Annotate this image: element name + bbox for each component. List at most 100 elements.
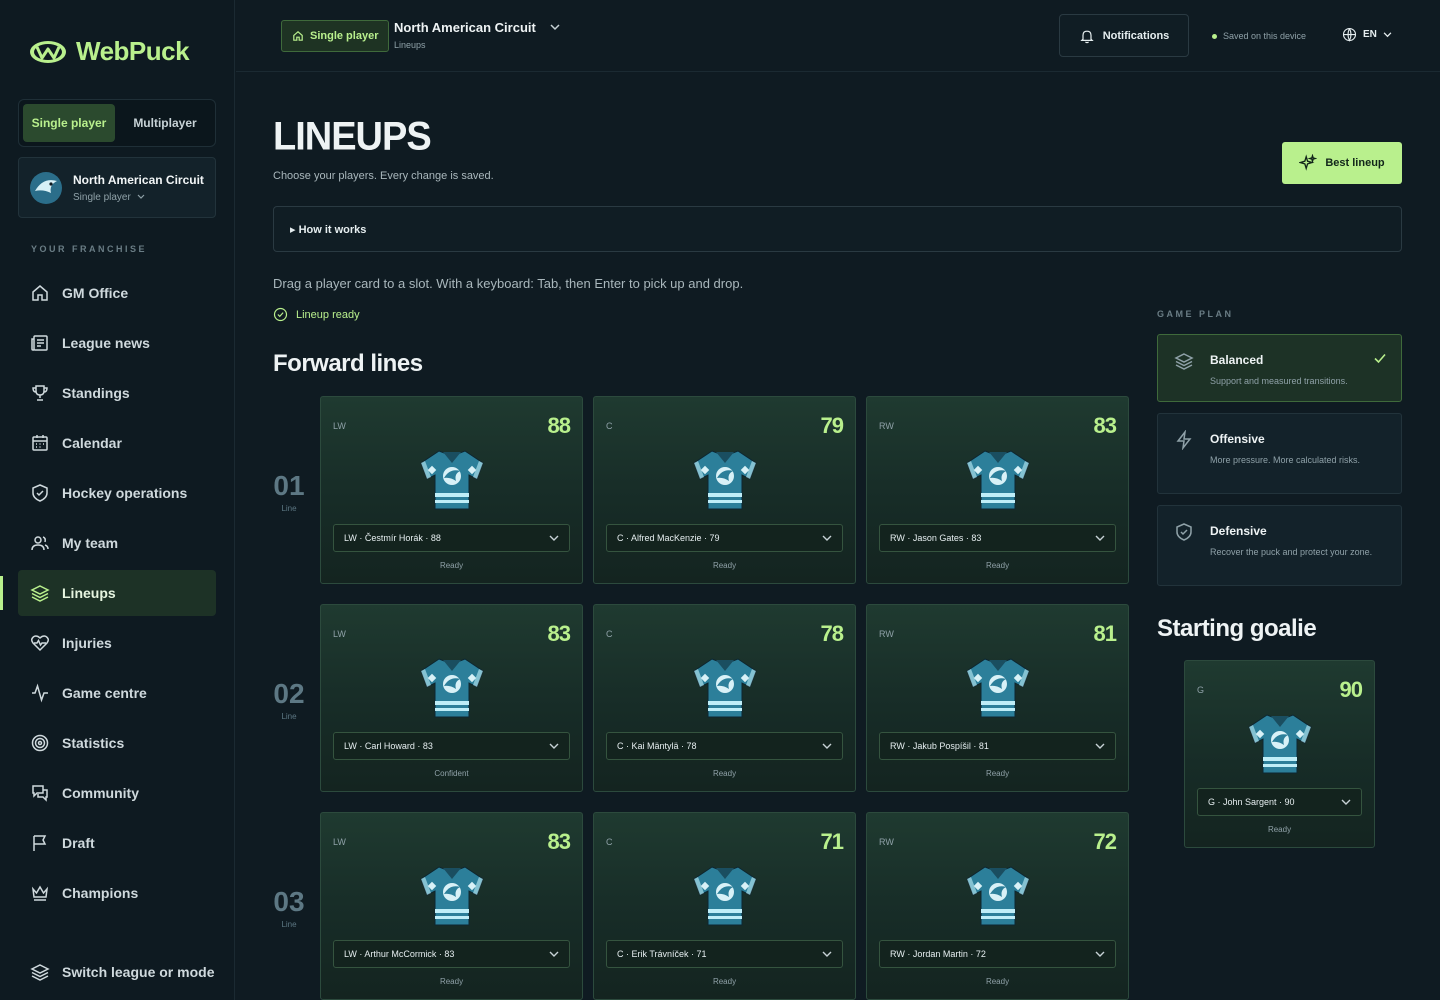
news-icon xyxy=(31,335,48,351)
league-breadcrumb[interactable]: North American Circuit Lineups xyxy=(394,20,560,50)
sidebar-item-game-centre[interactable]: Game centre xyxy=(18,670,216,716)
position-label: RW xyxy=(879,421,894,431)
league-selector[interactable]: North American Circuit Single player xyxy=(18,157,216,218)
globe-icon xyxy=(1342,27,1357,42)
notifications-label: Notifications xyxy=(1102,29,1170,42)
line-number: 02 xyxy=(273,678,305,709)
sidebar-item-lineups[interactable]: Lineups xyxy=(18,570,216,616)
lightning-icon xyxy=(1176,430,1192,450)
player-card-line3-c[interactable]: C 71 C · Erik Trávníček · 71 Ready xyxy=(593,812,856,1000)
sidebar-item-statistics[interactable]: Statistics xyxy=(18,720,216,766)
sidebar-item-community[interactable]: Community xyxy=(18,770,216,816)
mode-multiplayer[interactable]: Multiplayer xyxy=(119,104,211,142)
sidebar-item-label: Lineups xyxy=(62,585,116,601)
game-plan-title: Balanced xyxy=(1210,353,1264,367)
player-select[interactable]: LW · Čestmír Horák · 88 xyxy=(333,524,570,552)
position-label: C xyxy=(606,421,613,431)
player-card-line1-rw[interactable]: RW 83 RW · Jason Gates · 83 Ready xyxy=(866,396,1129,584)
player-select[interactable]: LW · Arthur McCormick · 83 xyxy=(333,940,570,968)
chevron-down-icon xyxy=(1095,951,1105,957)
page-title: LINEUPS xyxy=(273,114,432,160)
position-label: C xyxy=(606,837,613,847)
game-plan-balanced[interactable]: Balanced Support and measured transition… xyxy=(1157,334,1402,402)
line-label: Line xyxy=(281,504,297,513)
chevron-down-icon xyxy=(549,951,559,957)
sidebar-item-my-team[interactable]: My team xyxy=(18,520,216,566)
chevron-down-icon xyxy=(137,194,145,199)
language-selector[interactable]: EN xyxy=(1342,27,1392,42)
player-rating: 88 xyxy=(547,413,572,438)
player-card-line3-rw[interactable]: RW 72 RW · Jordan Martin · 72 Ready xyxy=(866,812,1129,1000)
sidebar: WebPuck Single player Multiplayer North … xyxy=(0,0,235,1000)
section-label-franchise: YOUR FRANCHISE xyxy=(31,244,148,254)
sidebar-item-label: Game centre xyxy=(62,685,147,701)
save-status: Saved on this device xyxy=(1212,31,1306,41)
player-rating: 83 xyxy=(547,829,572,854)
single-player-chip[interactable]: Single player xyxy=(281,20,390,52)
game-plan-defensive[interactable]: Defensive Recover the puck and protect y… xyxy=(1157,505,1402,586)
sidebar-item-draft[interactable]: Draft xyxy=(18,820,216,866)
forward-lines-title: Forward lines xyxy=(273,350,423,377)
player-select[interactable]: C · Kai Mäntylä · 78 xyxy=(606,732,843,760)
game-plan-label: GAME PLAN xyxy=(1157,309,1234,319)
best-lineup-button[interactable]: Best lineup xyxy=(1282,142,1402,184)
sidebar-item-gm-office[interactable]: GM Office xyxy=(18,270,216,316)
sidebar-item-calendar[interactable]: Calendar xyxy=(18,420,216,466)
goalie-select[interactable]: G · John Sargent · 90 xyxy=(1197,788,1362,816)
chevron-down-icon xyxy=(1383,31,1392,37)
player-select[interactable]: RW · Jason Gates · 83 xyxy=(879,524,1116,552)
player-select[interactable]: LW · Carl Howard · 83 xyxy=(333,732,570,760)
player-card-line2-lw[interactable]: LW 83 LW · Carl Howard · 83 Confident xyxy=(320,604,583,792)
calendar-icon xyxy=(32,435,48,451)
player-card-line1-lw[interactable]: LW 88 LW · Čestmír Horák · 88 Ready xyxy=(320,396,583,584)
sidebar-item-label: Hockey operations xyxy=(62,485,188,501)
sidebar-item-champions[interactable]: Champions xyxy=(18,870,216,916)
player-select[interactable]: RW · Jordan Martin · 72 xyxy=(879,940,1116,968)
league-mode-label: Single player xyxy=(73,191,131,203)
brand-logo[interactable]: WebPuck xyxy=(28,36,190,67)
mode-single-player[interactable]: Single player xyxy=(23,104,115,142)
jersey-icon xyxy=(1247,713,1313,775)
how-it-works-label: ▸ How it works xyxy=(290,223,367,236)
position-label: LW xyxy=(333,837,346,847)
best-lineup-label: Best lineup xyxy=(1325,157,1385,169)
sidebar-item-standings[interactable]: Standings xyxy=(18,370,216,416)
switch-league-button[interactable]: Switch league or mode xyxy=(30,962,214,982)
player-select-value: LW · Carl Howard · 83 xyxy=(344,741,433,751)
sidebar-item-label: Standings xyxy=(62,385,130,401)
player-select-value: C · Kai Mäntylä · 78 xyxy=(617,741,697,751)
status-dot-icon xyxy=(1212,33,1217,39)
how-it-works-toggle[interactable]: ▸ How it works xyxy=(273,206,1402,252)
player-rating: 79 xyxy=(820,413,845,438)
game-plan-offensive[interactable]: Offensive More pressure. More calculated… xyxy=(1157,413,1402,494)
layers-icon xyxy=(30,964,50,981)
home-icon xyxy=(32,285,48,301)
chevron-down-icon xyxy=(1095,743,1105,749)
notifications-button[interactable]: Notifications xyxy=(1059,14,1189,57)
drag-hint: Drag a player card to a slot. With a key… xyxy=(273,276,744,291)
layers-icon xyxy=(30,585,50,602)
player-select[interactable]: C · Alfred MacKenzie · 79 xyxy=(606,524,843,552)
goalie-card[interactable]: G 90 G · John Sargent · 90 Ready xyxy=(1184,660,1375,848)
player-card-line3-lw[interactable]: LW 83 LW · Arthur McCormick · 83 Ready xyxy=(320,812,583,1000)
player-rating: 90 xyxy=(1339,677,1364,702)
crumb-title: North American Circuit xyxy=(394,20,536,35)
player-select[interactable]: RW · Jakub Pospíšil · 81 xyxy=(879,732,1116,760)
sidebar-item-label: Injuries xyxy=(62,635,112,651)
jersey-icon xyxy=(692,657,758,719)
position-label: G xyxy=(1197,685,1205,695)
player-card-line2-c[interactable]: C 78 C · Kai Mäntylä · 78 Ready xyxy=(593,604,856,792)
player-select[interactable]: C · Erik Trávníček · 71 xyxy=(606,940,843,968)
game-plan-desc: More pressure. More calculated risks. xyxy=(1210,455,1361,465)
league-mode: Single player xyxy=(73,192,204,203)
sidebar-item-injuries[interactable]: Injuries xyxy=(18,620,216,666)
flag-icon xyxy=(33,835,47,851)
target-icon xyxy=(31,734,49,752)
chip-label: Single player xyxy=(310,30,379,42)
player-card-line2-rw[interactable]: RW 81 RW · Jakub Pospíšil · 81 Ready xyxy=(866,604,1129,792)
player-status: Ready xyxy=(712,977,737,986)
player-select-value: C · Erik Trávníček · 71 xyxy=(617,949,707,959)
sidebar-item-hockey-operations[interactable]: Hockey operations xyxy=(18,470,216,516)
player-card-line1-c[interactable]: C 79 C · Alfred MacKenzie · 79 Ready xyxy=(593,396,856,584)
sidebar-item-league-news[interactable]: League news xyxy=(18,320,216,366)
